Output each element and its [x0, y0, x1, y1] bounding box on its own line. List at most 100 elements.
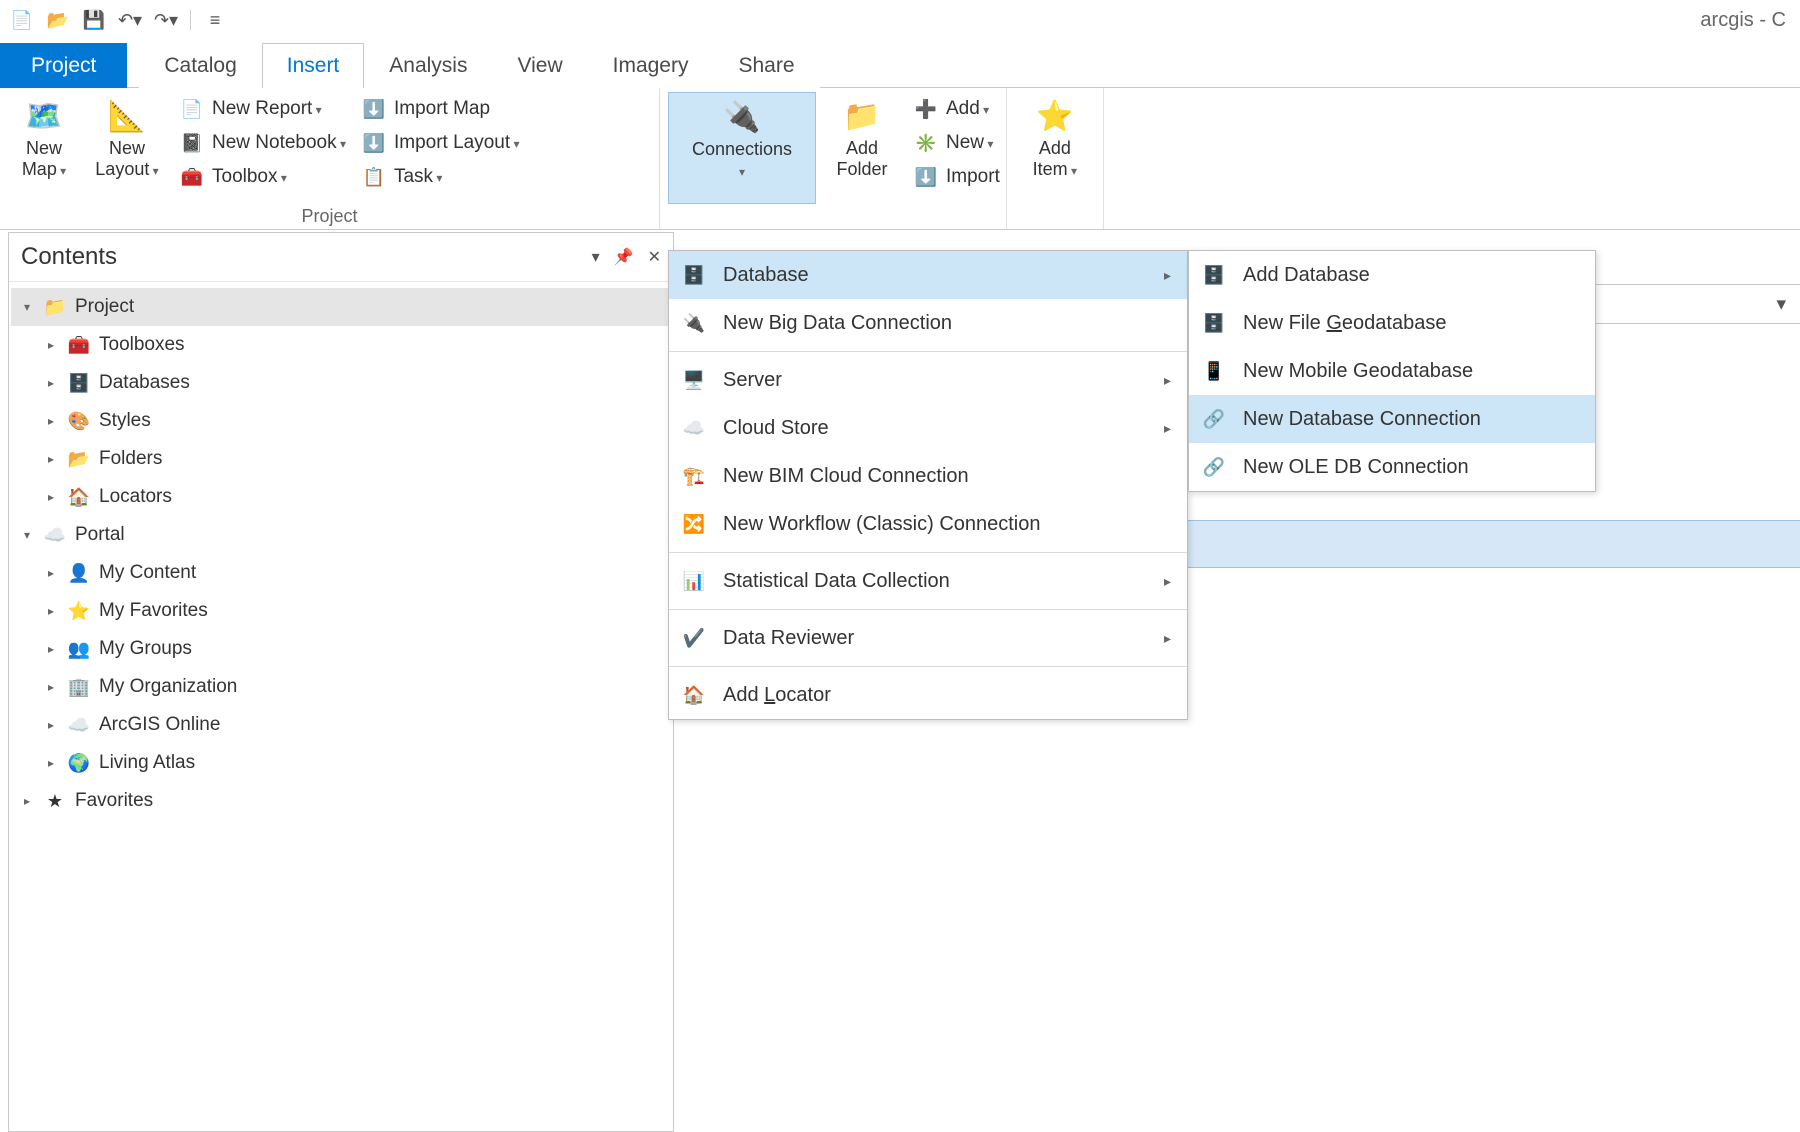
contents-pane: Contents ▾ 📌 ✕ ▾ 📁 Project▸ 🧰 Toolboxes▸…	[8, 232, 674, 1132]
submenu-arrow-icon	[1164, 417, 1171, 439]
expand-icon[interactable]: ▸	[43, 604, 59, 618]
connections-button[interactable]: 🔌 Connections▾	[668, 92, 816, 204]
tab-insert[interactable]: Insert	[262, 43, 365, 88]
expand-icon[interactable]: ▸	[43, 414, 59, 428]
connections-menu-item-5[interactable]: 🏗️ New BIM Cloud Connection	[669, 452, 1187, 500]
dropdown-icon[interactable]	[1776, 293, 1786, 316]
tree-node-locators[interactable]: ▸ 🏠 Locators	[11, 478, 671, 516]
expand-icon[interactable]: ▸	[43, 490, 59, 504]
connections-menu-item-1[interactable]: 🔌 New Big Data Connection	[669, 299, 1187, 347]
node-icon: 👥	[67, 639, 91, 660]
tab-imagery[interactable]: Imagery	[588, 43, 714, 88]
import-layout-button[interactable]: ⬇️Import Layout	[356, 126, 526, 160]
contents-close-icon[interactable]: ✕	[648, 247, 661, 267]
connections-menu-item-6[interactable]: 🔀 New Workflow (Classic) Connection	[669, 500, 1187, 548]
tab-analysis[interactable]: Analysis	[364, 43, 492, 88]
tree-node-toolboxes[interactable]: ▸ 🧰 Toolboxes	[11, 326, 671, 364]
add-item-button[interactable]: ⭐ Add Item	[1015, 92, 1095, 204]
open-project-icon[interactable]: 📂	[44, 6, 72, 34]
tab-catalog[interactable]: Catalog	[139, 43, 261, 88]
tree-node-myorg[interactable]: ▸ 🏢 My Organization	[11, 668, 671, 706]
expand-icon[interactable]: ▾	[19, 300, 35, 314]
connections-menu-item-4[interactable]: ☁️ Cloud Store	[669, 404, 1187, 452]
tree-node-databases[interactable]: ▸ 🗄️ Databases	[11, 364, 671, 402]
node-icon: 🏠	[67, 487, 91, 508]
connections-menu-item-3[interactable]: 🖥️ Server	[669, 356, 1187, 404]
tab-file[interactable]: Project	[0, 43, 127, 88]
node-label: My Content	[99, 562, 196, 584]
submenu-arrow-icon	[1164, 627, 1171, 649]
new-button[interactable]: ✳️New	[908, 126, 1006, 160]
node-label: Portal	[75, 524, 125, 546]
tree-node-styles[interactable]: ▸ 🎨 Styles	[11, 402, 671, 440]
tree-node-portal[interactable]: ▾ ☁️ Portal	[11, 516, 671, 554]
database-submenu-item-0[interactable]: 🗄️ Add Database	[1189, 251, 1595, 299]
save-icon[interactable]: 💾	[80, 6, 108, 34]
tree-node-mygroups[interactable]: ▸ 👥 My Groups	[11, 630, 671, 668]
undo-icon[interactable]: ↶▾	[116, 6, 144, 34]
expand-icon[interactable]: ▸	[43, 452, 59, 466]
node-icon: ☁️	[43, 525, 67, 546]
ribbon-tabstrip: Project Catalog Insert Analysis View Ima…	[0, 40, 1800, 88]
connections-menu-item-0[interactable]: 🗄️ Database	[669, 251, 1187, 299]
new-map-button[interactable]: 🗺️ New Map	[8, 92, 80, 204]
contents-menu-icon[interactable]: ▾	[592, 247, 600, 267]
tab-view[interactable]: View	[492, 43, 587, 88]
tree-node-myfav[interactable]: ▸ ⭐ My Favorites	[11, 592, 671, 630]
connections-menu-item-8[interactable]: 📊 Statistical Data Collection	[669, 557, 1187, 605]
task-button[interactable]: 📋Task	[356, 160, 526, 194]
menu-item-label: New OLE DB Connection	[1243, 456, 1579, 479]
menu-item-icon: 📊	[681, 571, 707, 592]
menu-item-icon: 🔀	[681, 514, 707, 535]
database-submenu-item-4[interactable]: 🔗 New OLE DB Connection	[1189, 443, 1595, 491]
expand-icon[interactable]: ▸	[43, 338, 59, 352]
import-button[interactable]: ⬇️Import	[908, 160, 1006, 194]
expand-icon[interactable]: ▸	[43, 642, 59, 656]
expand-icon[interactable]: ▸	[43, 566, 59, 580]
new-project-icon[interactable]: 📄	[8, 6, 36, 34]
customize-qat-icon[interactable]: ≡	[201, 6, 229, 34]
node-icon: 🧰	[67, 335, 91, 356]
new-notebook-button[interactable]: 📓New Notebook	[174, 126, 352, 160]
expand-icon[interactable]: ▾	[19, 528, 35, 542]
tab-share[interactable]: Share	[713, 43, 819, 88]
new-report-button[interactable]: 📄New Report	[174, 92, 352, 126]
import-map-button[interactable]: ⬇️Import Map	[356, 92, 526, 126]
menu-item-label: Statistical Data Collection	[723, 570, 1148, 593]
menu-separator	[669, 552, 1187, 553]
contents-pin-icon[interactable]: 📌	[614, 247, 634, 267]
node-label: Toolboxes	[99, 334, 185, 356]
database-submenu-item-2[interactable]: 📱 New Mobile Geodatabase	[1189, 347, 1595, 395]
tree-node-latlas[interactable]: ▸ 🌍 Living Atlas	[11, 744, 671, 782]
database-submenu-item-1[interactable]: 🗄️ New File Geodatabase	[1189, 299, 1595, 347]
expand-icon[interactable]: ▸	[43, 718, 59, 732]
node-label: My Organization	[99, 676, 237, 698]
tree-node-mycontent[interactable]: ▸ 👤 My Content	[11, 554, 671, 592]
connections-menu-item-10[interactable]: ✔️ Data Reviewer	[669, 614, 1187, 662]
tree-node-fav[interactable]: ▸ ★ Favorites	[11, 782, 671, 820]
tree-node-agol[interactable]: ▸ ☁️ ArcGIS Online	[11, 706, 671, 744]
add-button[interactable]: ➕Add	[908, 92, 1006, 126]
expand-icon[interactable]: ▸	[19, 794, 35, 808]
node-icon: 🌍	[67, 753, 91, 774]
import-map-icon: ⬇️	[362, 97, 386, 121]
new-layout-button[interactable]: 📐 New Layout	[84, 92, 170, 204]
tree-node-project[interactable]: ▾ 📁 Project	[11, 288, 671, 326]
redo-icon[interactable]: ↷▾	[152, 6, 180, 34]
tree-node-folders[interactable]: ▸ 📂 Folders	[11, 440, 671, 478]
expand-icon[interactable]: ▸	[43, 680, 59, 694]
qat-separator	[190, 10, 191, 30]
expand-icon[interactable]: ▸	[43, 376, 59, 390]
star-add-icon: ⭐	[1035, 96, 1075, 136]
node-label: Living Atlas	[99, 752, 195, 774]
layout-icon: 📐	[107, 96, 147, 136]
node-label: Databases	[99, 372, 190, 394]
connections-menu-item-12[interactable]: 🏠 Add Locator	[669, 671, 1187, 719]
expand-icon[interactable]: ▸	[43, 756, 59, 770]
database-submenu-item-3[interactable]: 🔗 New Database Connection	[1189, 395, 1595, 443]
add-folder-button[interactable]: 📁 Add Folder	[820, 92, 904, 204]
connections-icon: 🔌	[722, 97, 762, 137]
group-project-label: Project	[8, 204, 651, 227]
report-icon: 📄	[180, 97, 204, 121]
toolbox-button[interactable]: 🧰Toolbox	[174, 160, 352, 194]
